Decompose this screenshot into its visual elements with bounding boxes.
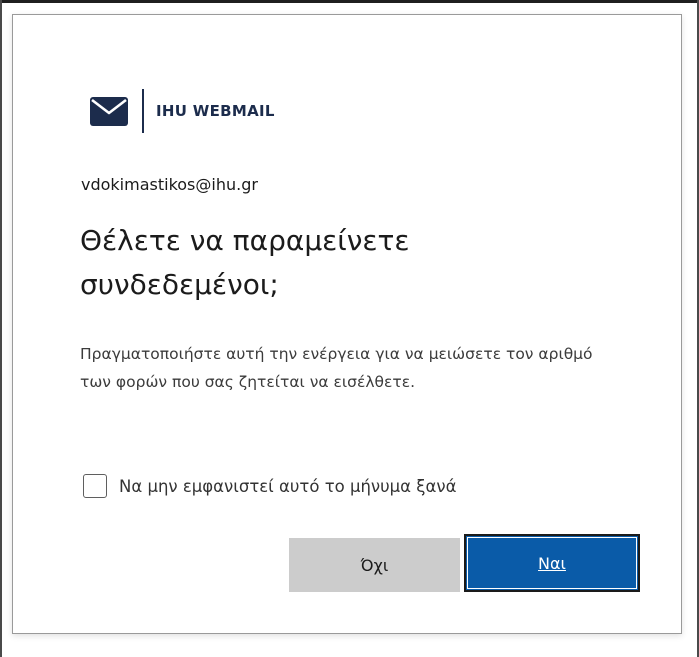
logo-text: IHU WEBMAIL [156, 102, 275, 120]
page: IHU WEBMAIL vdokimastikos@ihu.gr Θέλετε … [0, 0, 699, 657]
stay-signed-in-card: IHU WEBMAIL vdokimastikos@ihu.gr Θέλετε … [12, 14, 682, 634]
no-button[interactable]: Όχι [289, 538, 460, 592]
dont-show-again-label[interactable]: Να μην εμφανιστεί αυτό το μήνυμα ξανά [119, 477, 456, 496]
window-edge-top [0, 0, 699, 3]
dont-show-again-option[interactable]: Να μην εμφανιστεί αυτό το μήνυμα ξανά [83, 471, 456, 501]
prompt-description: Πραγματοποιήστε αυτή την ενέργεια για να… [80, 345, 593, 391]
envelope-icon [90, 96, 128, 126]
ihu-webmail-logo: IHU WEBMAIL [90, 88, 275, 134]
window-edge-left [0, 0, 2, 657]
logo-divider [142, 89, 144, 133]
dont-show-again-checkbox[interactable] [83, 474, 107, 498]
account-email: vdokimastikos@ihu.gr [81, 175, 258, 194]
page-title: Θέλετε να παραμείνετε συνδεδεμένοι; [80, 224, 410, 301]
yes-button[interactable]: Ναι [464, 534, 640, 592]
